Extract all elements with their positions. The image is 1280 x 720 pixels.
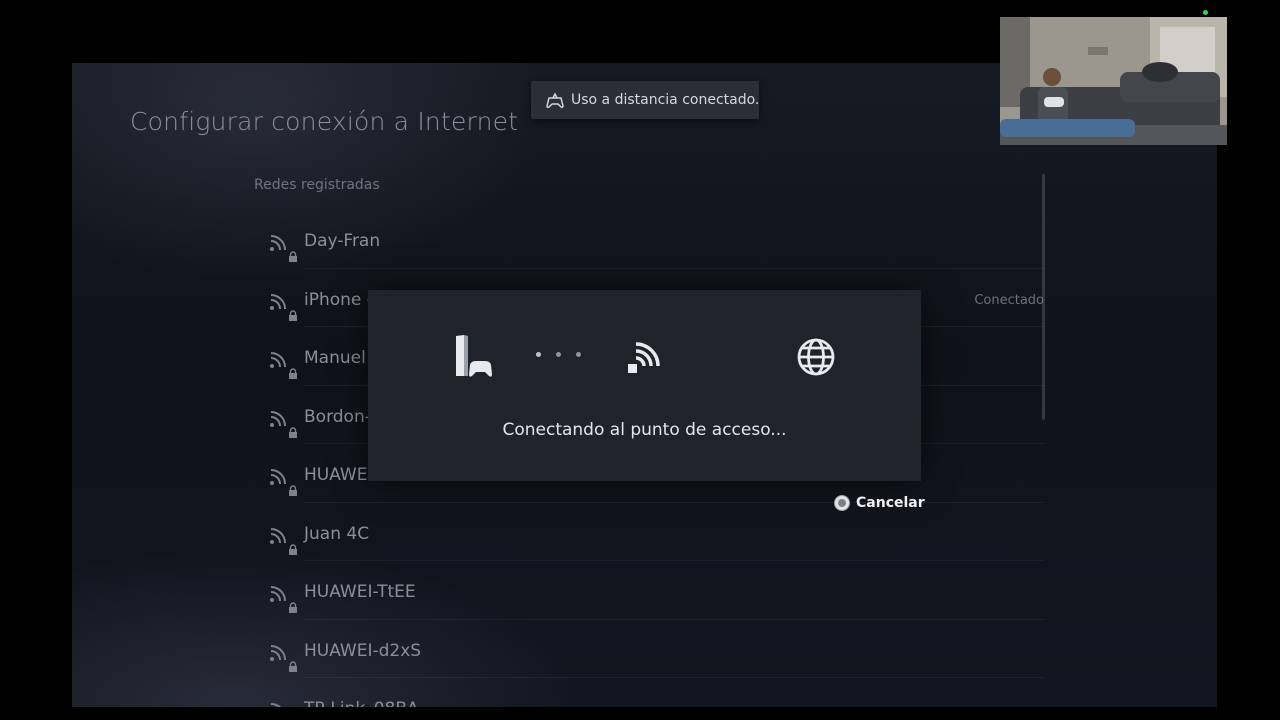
lock-icon xyxy=(289,543,297,555)
wifi-signal-icon xyxy=(270,352,286,368)
notification-text: Uso a distancia conectado. xyxy=(571,92,760,108)
lock-icon xyxy=(289,602,297,613)
wifi-router-icon xyxy=(628,342,660,373)
network-item[interactable]: Day-Fran xyxy=(254,210,1044,269)
circle-button-icon xyxy=(834,495,850,511)
cancel-label: Cancelar xyxy=(856,495,925,511)
connection-progress-dialog: Conectando al punto de acceso... xyxy=(368,290,921,481)
page-title: Configurar conexión a Internet xyxy=(130,107,519,136)
recording-indicator xyxy=(1203,10,1208,15)
lock-icon xyxy=(289,251,297,262)
wifi-signal-icon xyxy=(270,703,282,707)
wifi-signal-icon xyxy=(270,586,286,602)
network-name: iPhone d xyxy=(304,289,378,310)
network-item[interactable]: HUAWEI-TtEE xyxy=(254,561,1044,620)
network-status: Conectado xyxy=(974,292,1044,308)
wifi-signal-icon xyxy=(270,410,286,427)
network-name: TP-Link_08BA xyxy=(304,699,419,707)
network-name: Manuel xyxy=(304,348,366,368)
wifi-signal-icon xyxy=(270,235,286,251)
network-item[interactable]: Juan 4C xyxy=(254,503,1044,561)
lock-icon xyxy=(289,426,297,438)
cancel-button[interactable]: Cancelar xyxy=(834,492,925,514)
network-item[interactable]: HUAWEI-d2xS xyxy=(254,620,1044,678)
connection-status-text: Conectando al punto de acceso... xyxy=(502,420,787,440)
controller-icon xyxy=(546,92,564,109)
wifi-signal-icon xyxy=(270,644,286,661)
network-item[interactable]: TP-Link_08BA xyxy=(254,678,1044,707)
remote-play-notification: Uso a distancia conectado. xyxy=(531,81,759,119)
globe-icon xyxy=(797,338,835,376)
lock-icon xyxy=(289,309,297,321)
network-name: Bordon- xyxy=(304,406,371,427)
console-icon xyxy=(456,335,492,377)
wifi-signal-icon xyxy=(270,527,286,544)
section-label: Redes registradas xyxy=(254,177,380,193)
network-name: HUAWEI-d2xS xyxy=(304,640,422,661)
wifi-signal-icon xyxy=(270,293,286,310)
scrollbar[interactable] xyxy=(1042,174,1045,420)
webcam-scene xyxy=(1000,17,1227,145)
lock-icon xyxy=(289,660,297,672)
wifi-signal-icon xyxy=(270,469,286,485)
lock-icon xyxy=(289,485,297,496)
network-name: Juan 4C xyxy=(304,523,370,544)
lock-icon xyxy=(289,368,297,379)
network-name: HUAWEI-TtEE xyxy=(304,582,416,602)
network-name: Day-Fran xyxy=(304,231,381,251)
webcam-overlay xyxy=(1000,17,1227,145)
